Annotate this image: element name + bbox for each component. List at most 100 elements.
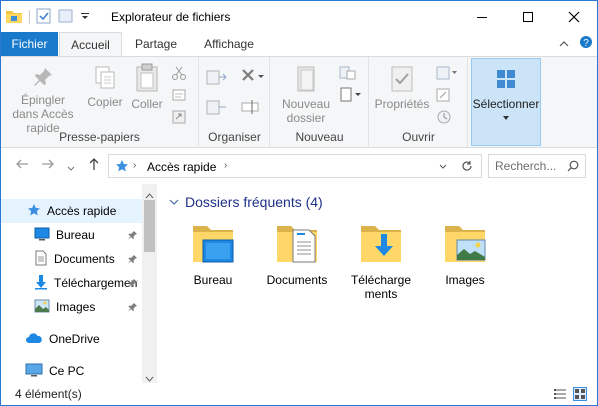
address-row: › Accès rapide › xyxy=(1,148,597,184)
maximize-icon xyxy=(523,11,533,22)
qat-divider xyxy=(29,10,30,24)
organize-group-label: Organiser xyxy=(208,130,261,144)
cut-icon[interactable] xyxy=(171,65,187,84)
folder-name-line1: Télécharge xyxy=(350,273,412,287)
paste-shortcut-icon[interactable] xyxy=(171,109,187,128)
copy-button[interactable]: Copier xyxy=(85,65,125,109)
explorer-folder-icon[interactable] xyxy=(5,8,23,27)
nav-scroll-thumb[interactable] xyxy=(144,200,155,252)
search-box[interactable] xyxy=(488,154,586,178)
paste-button[interactable]: Coller xyxy=(129,63,165,111)
nav-scrollbar[interactable] xyxy=(142,184,157,383)
ribbon: Épingler dans Accès rapide Copier Coller… xyxy=(1,56,597,148)
search-input[interactable] xyxy=(495,159,563,173)
frequent-folders-header[interactable]: Dossiers fréquents (4) xyxy=(169,194,323,210)
folder-tile-desktop[interactable]: Bureau xyxy=(173,222,253,287)
new-folder-button[interactable]: Nouveau dossier xyxy=(277,65,335,125)
properties-label: Propriétés xyxy=(374,97,430,111)
minimize-icon xyxy=(477,16,487,18)
ribbon-tabs: Fichier Accueil Partage Affichage xyxy=(1,32,597,57)
content-pane: Dossiers fréquents (4) Bureau Documents … xyxy=(157,184,597,383)
history-icon[interactable] xyxy=(436,109,454,128)
new-group-label: Nouveau xyxy=(295,130,344,144)
nav-item-label: Images xyxy=(56,300,96,314)
collapse-ribbon-icon[interactable] xyxy=(559,37,569,51)
breadcrumb-chevron-2-icon[interactable]: › xyxy=(224,160,227,171)
pin-icon xyxy=(128,277,138,291)
search-icon[interactable] xyxy=(567,160,579,175)
edit-icon[interactable] xyxy=(436,87,454,106)
open-icon[interactable] xyxy=(436,65,458,84)
nav-item-onedrive[interactable]: OneDrive xyxy=(1,327,142,351)
folder-tile-downloads[interactable]: Télécharge ments xyxy=(341,222,421,301)
paste-label: Coller xyxy=(131,97,163,111)
copy-icon xyxy=(95,66,115,89)
address-bar[interactable]: › Accès rapide › xyxy=(108,154,482,178)
qat-dropdown-icon[interactable] xyxy=(80,10,90,24)
navigation-pane: Accès rapide Bureau Documents Télécharge… xyxy=(1,184,157,383)
address-dropdown-icon[interactable] xyxy=(439,162,447,173)
select-button[interactable]: Sélectionner xyxy=(471,58,541,146)
maximize-button[interactable] xyxy=(505,1,551,32)
select-label: Sélectionner xyxy=(472,97,540,111)
nav-item-label: Téléchargements xyxy=(54,276,138,290)
pin-icon xyxy=(128,253,138,267)
rename-icon[interactable] xyxy=(240,97,262,120)
close-button[interactable] xyxy=(551,1,597,32)
desktop-icon xyxy=(34,227,50,244)
close-icon xyxy=(568,11,580,22)
delete-icon[interactable] xyxy=(240,67,266,88)
move-to-icon[interactable] xyxy=(206,67,228,90)
pin-quick-access-button[interactable]: Épingler dans Accès rapide xyxy=(7,65,79,135)
documents-folder-icon xyxy=(277,226,317,263)
download-icon xyxy=(34,274,48,293)
tab-home[interactable]: Accueil xyxy=(59,32,122,57)
back-arrow-icon[interactable] xyxy=(15,157,29,175)
folder-name: Images xyxy=(445,273,485,287)
tab-view[interactable]: Affichage xyxy=(195,32,263,56)
folder-tile-documents[interactable]: Documents xyxy=(257,222,337,287)
forward-arrow-icon[interactable] xyxy=(41,157,55,175)
clipboard-group: Épingler dans Accès rapide Copier Coller… xyxy=(1,57,199,148)
nav-item-pictures[interactable]: Images xyxy=(1,295,142,319)
details-view-icon[interactable] xyxy=(553,387,567,401)
new-folder-qat-icon[interactable] xyxy=(58,8,74,27)
nav-item-quick-access[interactable]: Accès rapide xyxy=(1,199,142,223)
easy-access-icon[interactable] xyxy=(339,87,363,106)
folder-tile-pictures[interactable]: Images xyxy=(425,222,505,287)
large-icons-view-icon[interactable] xyxy=(573,387,587,401)
nav-item-label: OneDrive xyxy=(49,332,100,346)
properties-button[interactable]: Propriétés xyxy=(372,65,432,111)
minimize-button[interactable] xyxy=(459,1,505,32)
new-item-icon[interactable] xyxy=(339,65,357,84)
copy-path-icon[interactable] xyxy=(171,87,187,106)
paste-icon xyxy=(136,63,158,92)
nav-item-documents[interactable]: Documents xyxy=(1,247,142,271)
nav-item-this-pc[interactable]: Ce PC xyxy=(1,359,142,383)
open-group-label: Ouvrir xyxy=(402,130,435,144)
nav-item-downloads[interactable]: Téléchargements xyxy=(1,271,142,295)
help-icon[interactable]: ? xyxy=(579,35,593,52)
tab-file[interactable]: Fichier xyxy=(1,32,58,56)
nav-item-label: Documents xyxy=(54,252,115,266)
downloads-folder-icon xyxy=(361,226,401,262)
refresh-icon[interactable] xyxy=(461,160,473,175)
new-group: Nouveau dossier Nouveau xyxy=(271,57,369,148)
nav-item-label: Bureau xyxy=(56,228,95,242)
quick-access-toolbar xyxy=(5,7,90,27)
properties-check-icon[interactable] xyxy=(36,8,52,27)
breadcrumb-quick-access[interactable]: Accès rapide xyxy=(147,160,216,174)
select-grid-icon xyxy=(497,70,515,88)
breadcrumb-chevron-icon[interactable]: › xyxy=(133,160,136,171)
recent-locations-chevron-icon[interactable] xyxy=(67,160,75,176)
up-arrow-icon[interactable] xyxy=(87,157,101,175)
nav-item-desktop[interactable]: Bureau xyxy=(1,223,142,247)
title-bar: Explorateur de fichiers xyxy=(1,1,597,32)
group-collapse-chevron-icon[interactable] xyxy=(169,198,179,206)
new-folder-label: Nouveau dossier xyxy=(281,97,331,125)
svg-text:?: ? xyxy=(583,38,589,49)
tab-share[interactable]: Partage xyxy=(127,32,185,56)
computer-icon xyxy=(25,363,43,380)
folder-name: Documents xyxy=(266,273,328,287)
copy-to-icon[interactable] xyxy=(206,97,228,120)
